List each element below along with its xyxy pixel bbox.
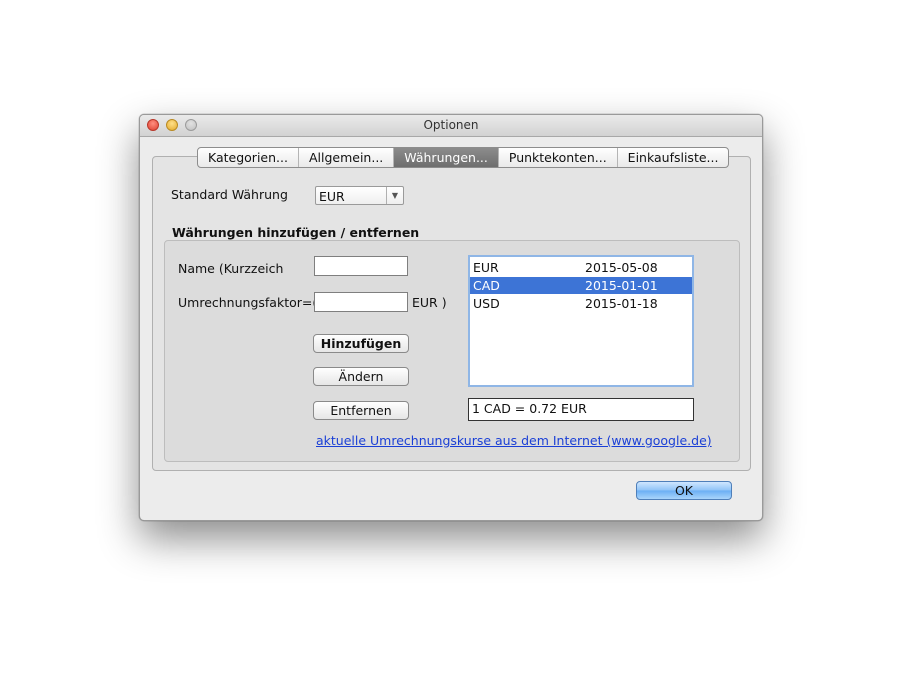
tab-einkaufsliste[interactable]: Einkaufsliste... (618, 148, 729, 167)
options-window: Optionen Kategorien... Allgemein... Währ… (139, 114, 763, 521)
standard-currency-label: Standard Währung (171, 187, 288, 202)
currency-date: 2015-01-18 (585, 296, 658, 311)
dropdown-arrow-icon[interactable]: ▼ (386, 187, 403, 204)
factor-label: Umrechnungsfaktor=( (178, 295, 318, 310)
name-field[interactable] (314, 256, 408, 276)
currency-code: EUR (473, 260, 499, 275)
window-title: Optionen (423, 118, 479, 132)
currency-code: CAD (473, 278, 500, 293)
ok-button[interactable]: OK (636, 481, 732, 500)
tab-punktekonten[interactable]: Punktekonten... (499, 148, 618, 167)
list-item[interactable]: EUR 2015-05-08 (470, 259, 692, 276)
currency-date: 2015-05-08 (585, 260, 658, 275)
remove-button[interactable]: Entfernen (313, 401, 409, 420)
name-label: Name (Kurzzeich (178, 261, 284, 276)
google-rates-link[interactable]: aktuelle Umrechnungskurse aus dem Intern… (316, 433, 712, 448)
title-bar[interactable]: Optionen (140, 115, 762, 137)
currency-code: USD (473, 296, 500, 311)
list-item[interactable]: USD 2015-01-18 (470, 295, 692, 312)
add-button[interactable]: Hinzufügen (313, 334, 409, 353)
factor-field[interactable] (314, 292, 408, 312)
tab-allgemein[interactable]: Allgemein... (299, 148, 395, 167)
tab-waehrungen[interactable]: Währungen... (394, 148, 499, 167)
factor-unit-label: EUR ) (412, 295, 447, 310)
tab-bar: Kategorien... Allgemein... Währungen... … (197, 147, 730, 168)
conversion-display: 1 CAD = 0.72 EUR (468, 398, 694, 421)
standard-currency-select[interactable]: EUR ▼ (315, 186, 404, 205)
tab-kategorien[interactable]: Kategorien... (198, 148, 299, 167)
currency-date: 2015-01-01 (585, 278, 658, 293)
list-item[interactable]: CAD 2015-01-01 (470, 277, 692, 294)
currency-list[interactable]: EUR 2015-05-08 CAD 2015-01-01 USD 2015-0… (468, 255, 694, 387)
change-button[interactable]: Ändern (313, 367, 409, 386)
group-title: Währungen hinzufügen / entfernen (172, 225, 420, 240)
standard-currency-value: EUR (319, 189, 345, 204)
